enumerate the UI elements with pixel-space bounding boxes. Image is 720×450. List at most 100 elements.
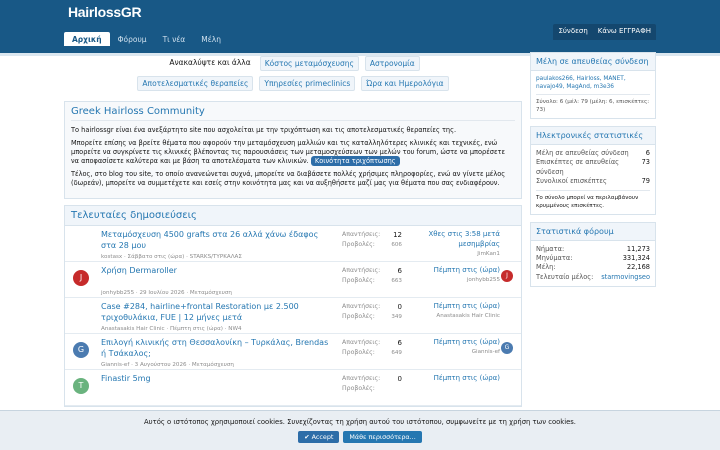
thread-title[interactable]: Case #284, hairline+frontal Restoration … [101,301,333,323]
thread-row[interactable]: J Χρήση Dermaroller jonhybb255 · 29 Ιουλίο… [65,262,521,298]
tag-link[interactable]: Κόστος μεταμόσχευσης [259,56,359,71]
replies-count: 6 [397,339,402,347]
welcome-block: Greek Hairloss Community Το hairlossgr ε… [64,101,522,199]
last-poster-avatar[interactable]: J [501,270,513,282]
last-poster-avatar[interactable]: G [501,342,513,354]
forum-stat-label: Νήματα: [536,244,565,253]
replies-label: Απαντήσεις: [342,267,381,274]
tag-link[interactable]: Αποτελεσματικές θεραπείες [137,76,254,91]
thread-title[interactable]: Χρήση Dermaroller [101,265,333,276]
replies-count: 0 [397,303,402,311]
stat-value: 79 [641,177,650,186]
online-members-title[interactable]: Μέλη σε απευθείας σύνδεση [531,53,655,71]
stat-row: Συνολικοί επισκέπτες 79 [536,177,650,186]
thread-meta: Anastasakis Hair Clinic · Πέμπτη στις (ώ… [101,326,242,332]
replies-label: Απαντήσεις: [342,231,381,238]
avatar[interactable]: G [73,342,89,358]
account-links: Σύνδεση Κάνω ΕΓΓΡΑΦΗ [553,24,656,40]
replies-count: 0 [397,375,402,383]
forum-stat-row: Τελευταίο μέλος: starmovingseo [536,273,650,282]
views-label: Προβολές: [342,313,375,320]
tab-forums[interactable]: Φόρουμ [110,32,155,46]
last-post: Πέμπτη στις (ώρα) jonhybb255 [410,265,500,285]
thread-meta: Giannis-ef · 3 Αυγούστου 2026 · Μεταμόσχ… [101,362,234,368]
tag-link[interactable]: Ώρα και Ημερολόγια [361,76,449,91]
thread-stats: Απαντήσεις: 0 Προβολές: 349 [342,302,402,322]
last-post: Πέμπτη στις (ώρα) Anastasakis Hair Clini… [410,301,500,321]
latest-heading: Τελευταίες δημοσιεύσεις [65,206,521,226]
last-post-user[interactable]: Giannis-ef [410,347,500,357]
stats-note: Το σύνολο μπορεί να περιλαμβάνουν κρυμμέ… [536,189,650,210]
online-users-list[interactable]: paulakos266, Hairloss, MANET, navajo49, … [536,75,650,91]
forum-stat-value[interactable]: starmovingseo [601,273,650,282]
thread-title[interactable]: Μεταμόσχευση 4500 grafts στα 26 αλλά χάν… [101,229,333,251]
thread-stats: Απαντήσεις: 0 Προβολές: [342,374,402,394]
welcome-paragraph: Μπορείτε επίσης να βρείτε θέματα που αφο… [71,139,515,166]
avatar[interactable]: J [73,270,89,286]
last-post-user[interactable]: JimKan1 [410,249,500,259]
last-post: Πέμπτη στις (ώρα) Giannis-ef [410,337,500,357]
online-stats-block: Ηλεκτρονικές στατιστικές Μέλη σε απευθεί… [530,126,656,215]
last-post-date[interactable]: Χθες στις 3:58 μετά μεσημβρίας [410,229,500,249]
learn-more-button[interactable]: Μάθε περισσότερα... [343,431,422,443]
thread-title[interactable]: Finastir 5mg [101,373,333,384]
sidebar: Μέλη σε απευθείας σύνδεση paulakos266, H… [530,52,656,294]
stat-value: 73 [641,158,650,167]
welcome-paragraph: Το hairlossgr είναι ένα ανεξάρτητο site … [71,126,457,134]
tag-row-2: Αποτελεσματικές θεραπείες Υπηρεσίες prim… [64,76,522,91]
online-total: Σύνολο: 6 (μέλ: 79 (μέλη: 6, επισκέπτες:… [536,94,650,114]
avatar[interactable]: Τ [73,378,89,394]
forum-stat-value: 331,324 [622,254,650,263]
tag-row-1: Ανακαλύψτε και άλλα Κόστος μεταμόσχευσης… [64,56,522,71]
last-post: Πέμπτη στις (ώρα) [410,373,500,383]
forum-stat-label: Τελευταίο μέλος: [536,272,594,281]
stat-row: Μέλη σε απευθείας σύνδεση 6 [536,149,650,158]
thread-row[interactable]: Μεταμόσχευση 4500 grafts στα 26 αλλά χάν… [65,226,521,262]
forum-stat-label: Μηνύματα: [536,254,573,263]
latest-posts: Τελευταίες δημοσιεύσεις Μεταμόσχευση 450… [64,205,522,407]
views-label: Προβολές: [342,277,375,284]
thread-title[interactable]: Επιλογή κλινικής στη Θεσσαλονίκη – Τυρκά… [101,337,333,359]
forum-stats-title: Στατιστικά φόρουμ [531,222,655,241]
views-count: 649 [391,350,402,356]
tag-link[interactable]: Αστρονομία [364,56,420,71]
cookie-notice: Αυτός ο ιστότοπος χρησιμοποιεί cookies. … [0,410,720,450]
replies-count: 12 [393,231,402,239]
last-post-user[interactable]: Anastasakis Hair Clinic [410,311,500,321]
replies-label: Απαντήσεις: [342,375,381,382]
thread-meta: kostasx · Σάββατο στις (ώρα) · STARKS/ΤΥ… [101,254,242,260]
online-stats-title: Ηλεκτρονικές στατιστικές [531,127,655,145]
thread-row[interactable]: Τ Finastir 5mg Απαντήσεις: 0 Προβολές: Πέμ… [65,370,521,406]
forum-stat-value: 11,273 [626,244,650,253]
accept-cookies-button[interactable]: ✔ Accept [298,431,340,443]
thread-row[interactable]: G Επιλογή κλινικής στη Θεσσαλονίκη – Τυρκ… [65,334,521,370]
cookie-message: Αυτός ο ιστότοπος χρησιμοποιεί cookies. … [144,418,576,426]
tags-intro: Ανακαλύψτε και άλλα [169,58,251,67]
stat-value: 6 [645,149,650,157]
stat-label: Μέλη σε απευθείας σύνδεση [536,149,629,157]
last-post-user[interactable]: jonhybb255 [410,275,500,285]
tab-home[interactable]: Αρχική [64,32,110,46]
last-post-date[interactable]: Πέμπτη στις (ώρα) [410,373,500,383]
views-count: 663 [391,278,402,284]
forum-stat-label: Μέλη: [536,263,556,272]
online-members-block: Μέλη σε απευθείας σύνδεση paulakos266, H… [530,52,656,119]
thread-row[interactable]: Case #284, hairline+frontal Restoration … [65,298,521,334]
last-post-date[interactable]: Πέμπτη στις (ώρα) [410,265,500,275]
thread-stats: Απαντήσεις: 12 Προβολές: 606 [342,230,402,250]
forum-stat-row: Νήματα: 11,273 [536,245,650,254]
thread-stats: Απαντήσεις: 6 Προβολές: 649 [342,338,402,358]
login-link[interactable]: Σύνδεση [553,24,592,40]
stat-row: Επισκέπτες σε απευθείας σύνδεση 73 [536,158,650,177]
tab-whats-new[interactable]: Τι νέα [155,32,194,46]
site-logo[interactable]: HairlossGR [68,4,142,20]
stat-label: Συνολικοί επισκέπτες [536,177,607,186]
tag-link[interactable]: Υπηρεσίες primeclinics [259,76,356,91]
community-badge[interactable]: Κοινότητα τριχόπτωσης [310,156,400,166]
forum-stat-row: Μηνύματα: 331,324 [536,254,650,263]
tab-members[interactable]: Μέλη [193,32,229,46]
register-link[interactable]: Κάνω ΕΓΓΡΑΦΗ [593,24,656,40]
views-count: 349 [391,314,402,320]
last-post-date[interactable]: Πέμπτη στις (ώρα) [410,337,500,347]
last-post-date[interactable]: Πέμπτη στις (ώρα) [410,301,500,311]
